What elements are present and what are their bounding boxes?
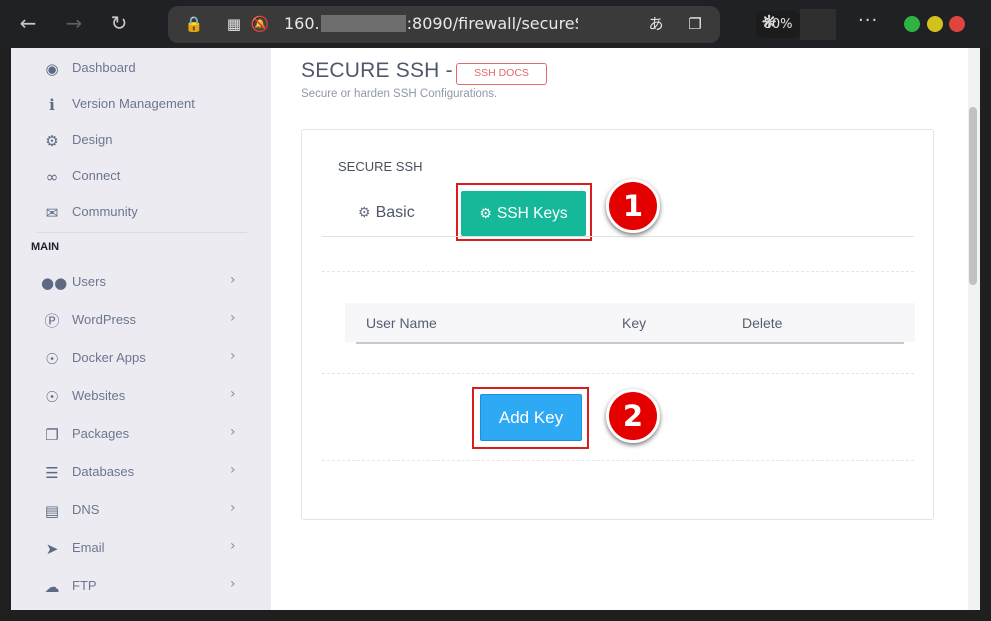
forward-arrow-icon[interactable]: → [63, 12, 85, 34]
page-title: SECURE SSH - [301, 59, 453, 82]
sidebar-item-email[interactable]: ➤ Email › [11, 534, 271, 564]
sidebar-item-databases[interactable]: ☰ Databases › [11, 458, 271, 488]
sidebar-item-label: Dashboard [72, 60, 136, 75]
sitemap-icon: ▤ [44, 502, 60, 520]
chevron-right-icon: › [230, 462, 236, 478]
sidebar-item-label: Version Management [72, 96, 195, 111]
sidebar-item-design[interactable]: ⚙ Design [11, 126, 271, 156]
chevron-right-icon: › [230, 538, 236, 554]
table-header-underline [356, 342, 904, 344]
chevron-right-icon: › [230, 576, 236, 592]
gear-icon: ⚙ [358, 204, 371, 220]
chevron-right-icon: › [230, 500, 236, 516]
sidebar-item-label: Users [72, 274, 106, 289]
extensions-puzzle-icon[interactable]: ❋ [758, 12, 780, 34]
column-header-user-name: User Name [366, 315, 437, 331]
sidebar-item-community[interactable]: ✉ Community [11, 198, 271, 228]
users-icon: ●● [41, 274, 68, 292]
highlight-box-add-key [472, 387, 589, 449]
cloud-upload-icon: ☁ [44, 578, 60, 596]
notifications-off-icon[interactable]: 🔕 [250, 14, 270, 34]
translate-icon[interactable]: あ [646, 14, 666, 34]
column-header-key: Key [622, 315, 647, 331]
sidebar-item-ftp[interactable]: ☁ FTP › [11, 572, 271, 602]
sidebar-item-label: Design [72, 132, 113, 147]
globe-icon: ☉ [45, 388, 59, 406]
sidebar-item-label: DNS [72, 502, 100, 517]
lock-icon[interactable]: 🔒 [184, 14, 204, 34]
globe-icon: ☉ [45, 350, 59, 368]
window-minimize-icon[interactable] [904, 16, 920, 32]
sidebar-item-dns[interactable]: ▤ DNS › [11, 496, 271, 526]
sidebar-item-version-management[interactable]: i Version Management [11, 90, 271, 120]
wordpress-icon: Ⓟ [44, 312, 60, 330]
address-bar[interactable]: 🔒 ▦ 🔕 160.:8090/firewall/secureSSH 80% あ… [168, 6, 800, 43]
sidebar-item-label: Packages [72, 426, 130, 441]
sidebar-item-docker-apps[interactable]: ☉ Docker Apps › [11, 344, 271, 374]
sidebar-item-connect[interactable]: ∞ Connect [11, 162, 271, 192]
sidebar-item-label: Email [72, 540, 105, 555]
ssh-keys-table-header: User Name Key Delete [345, 303, 915, 342]
tab-basic[interactable]: ⚙ Basic [358, 204, 415, 226]
url-suffix: :8090/firewall/secureSSH [406, 14, 578, 33]
highlight-box-ssh-keys [456, 183, 592, 241]
sidebar-item-dashboard[interactable]: ◉ Dashboard [11, 54, 271, 84]
sidebar-section-main: MAIN [31, 241, 60, 253]
chevron-right-icon: › [230, 348, 236, 364]
step-badge-1: 1 [606, 179, 660, 233]
sidebar-item-label: WordPress [72, 312, 137, 327]
main-content: SECURE SSH - SSH DOCS Secure or harden S… [271, 48, 979, 610]
sidebar-item-packages[interactable]: ❐ Packages › [11, 420, 271, 450]
sidebar-item-wordpress[interactable]: Ⓟ WordPress › [11, 306, 271, 336]
ssh-docs-link[interactable]: SSH DOCS [456, 63, 547, 85]
sidebar-item-users[interactable]: ●● Users › [11, 268, 271, 298]
card-heading: SECURE SSH [338, 159, 423, 174]
sidebar-item-websites[interactable]: ☉ Websites › [11, 382, 271, 412]
bookmarks-icon[interactable]: ❐ [685, 14, 705, 34]
browser-toolbar: ← → ↻ 🔒 ▦ 🔕 160. :8090/firewall/secureSSH… [0, 0, 991, 48]
sidebar-item-label: Websites [72, 388, 126, 403]
redacted-ip-block [320, 15, 406, 32]
page-subtitle: Secure or harden SSH Configurations. [301, 88, 498, 100]
site-info-icon[interactable]: ▦ [224, 14, 244, 34]
chevron-right-icon: › [230, 272, 236, 288]
database-icon: ☰ [45, 464, 59, 482]
sidebar-item-label: Connect [72, 168, 121, 183]
palette-icon: ◉ [45, 60, 59, 78]
window-close-icon[interactable] [949, 16, 965, 32]
column-header-delete: Delete [742, 315, 783, 331]
sidebar: ◉ Dashboard i Version Management ⚙ Desig… [11, 48, 271, 610]
divider [322, 271, 914, 272]
gear-icon: ⚙ [45, 132, 59, 150]
chevron-right-icon: › [230, 424, 236, 440]
chevron-right-icon: › [230, 310, 236, 326]
link-icon: ∞ [45, 168, 59, 186]
back-arrow-icon[interactable]: ← [17, 12, 39, 34]
tab-basic-label: Basic [375, 204, 415, 221]
sidebar-divider [37, 232, 247, 233]
web-page: ◉ Dashboard i Version Management ⚙ Desig… [11, 48, 979, 610]
paper-plane-icon: ➤ [45, 540, 59, 558]
cubes-icon: ❐ [45, 426, 59, 444]
step-badge-2: 2 [606, 389, 660, 443]
url-text[interactable]: 160. :8090/firewall/secureSSH [284, 14, 578, 33]
tab-underline [322, 236, 914, 237]
sidebar-item-label: Docker Apps [72, 350, 146, 365]
sidebar-item-label: Databases [72, 464, 135, 479]
sidebar-item-label: FTP [72, 578, 97, 593]
info-icon: i [49, 96, 55, 114]
divider [322, 460, 914, 461]
scrollbar-thumb[interactable] [969, 107, 977, 285]
divider [322, 373, 914, 374]
url-prefix: 160. [284, 14, 320, 33]
chevron-right-icon: › [230, 386, 236, 402]
sidebar-item-label: Community [72, 204, 138, 219]
reload-icon[interactable]: ↻ [108, 12, 130, 34]
more-menu-icon[interactable]: ··· [858, 10, 878, 31]
window-maximize-icon[interactable] [927, 16, 943, 32]
comments-icon: ✉ [45, 204, 59, 222]
profile-avatar[interactable] [800, 9, 836, 40]
